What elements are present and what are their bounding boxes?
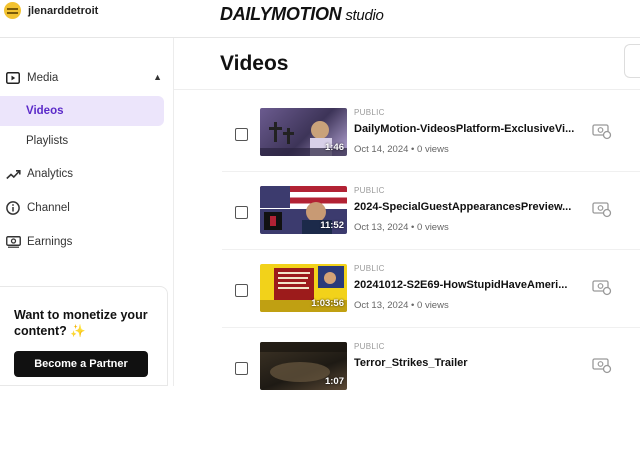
visibility-label: PUBLIC [354,186,385,195]
sidebar-item-label: Media [27,72,59,84]
video-row[interactable]: 1:07 PUBLIC Terror_Strikes_Trailer [222,328,640,406]
sidebar-item-media[interactable]: Media ▲ [0,68,174,88]
meta-separator: • [411,300,415,311]
row-checkbox[interactable] [235,128,248,141]
brand-suffix: studio [345,7,384,24]
monetization-icon[interactable] [592,280,612,296]
video-meta: Oct 13, 2024 • 0 views [354,222,449,233]
video-meta: Oct 14, 2024 • 0 views [354,144,449,155]
brand-name: DAILYMOTION [220,4,342,24]
video-thumbnail[interactable]: 1:07 [260,342,347,390]
video-views: 0 views [417,144,449,155]
app-window: jlenarddetroit DAILYMOTION studio Media ▲… [0,0,640,456]
visibility-label: PUBLIC [354,108,385,117]
page-title: Videos [220,52,289,75]
brand-logo[interactable]: DAILYMOTION studio [220,4,384,25]
sidebar-item-analytics[interactable]: Analytics [0,164,174,184]
row-checkbox[interactable] [235,284,248,297]
visibility-label: PUBLIC [354,342,385,351]
video-views: 0 views [417,222,449,233]
sidebar-item-label: Earnings [27,236,73,248]
become-partner-button[interactable]: Become a Partner [14,351,148,377]
video-title[interactable]: 20241012-S2E69-HowStupidHaveAmeri... [354,279,576,291]
video-thumbnail[interactable]: 11:52 [260,186,347,234]
sidebar-item-videos[interactable]: Videos [0,96,164,126]
video-duration: 1:03:56 [311,298,344,309]
video-title[interactable]: DailyMotion-VideosPlatform-ExclusiveVi..… [354,123,576,135]
top-bar: jlenarddetroit DAILYMOTION studio [0,0,640,38]
video-date: Oct 13, 2024 [354,222,409,233]
row-checkbox[interactable] [235,362,248,375]
sidebar-item-label: Channel [27,202,70,214]
right-panel-handle[interactable] [624,44,640,78]
sidebar-item-playlists[interactable]: Playlists [0,126,164,156]
monetization-icon[interactable] [592,202,612,218]
user-menu[interactable]: jlenarddetroit [4,2,98,19]
video-views: 0 views [417,300,449,311]
video-row[interactable]: 1:03:56 PUBLIC 20241012-S2E69-HowStupidH… [222,250,640,328]
username: jlenarddetroit [28,4,99,17]
video-duration: 11:52 [320,220,344,231]
money-icon [5,234,21,250]
media-icon [5,70,21,86]
row-checkbox[interactable] [235,206,248,219]
monetize-card: Want to monetize your content? ✨ Become … [0,286,168,386]
video-title[interactable]: Terror_Strikes_Trailer [354,357,576,369]
sidebar-item-channel[interactable]: Channel [0,198,174,218]
video-row[interactable]: 11:52 PUBLIC 2024-SpecialGuestAppearance… [222,172,640,250]
video-row[interactable]: 1:46 PUBLIC DailyMotion-VideosPlatform-E… [222,94,640,172]
info-icon [5,200,21,216]
monetize-text: Want to monetize your content? ✨ [14,307,164,339]
avatar [4,2,21,19]
video-thumbnail[interactable]: 1:46 [260,108,347,156]
video-title[interactable]: 2024-SpecialGuestAppearancesPreview... [354,201,576,213]
video-duration: 1:46 [324,142,344,153]
video-list: 1:46 PUBLIC DailyMotion-VideosPlatform-E… [222,94,640,390]
main-content: Videos 1:46 PUBLIC DailyMotion-VideosPla… [174,38,640,390]
sparkle-icon: ✨ [70,324,86,338]
monetization-icon[interactable] [592,124,612,140]
meta-separator: • [411,144,415,155]
trend-icon [5,166,21,182]
meta-separator: • [411,222,415,233]
visibility-label: PUBLIC [354,264,385,273]
video-duration: 1:07 [324,376,344,387]
video-date: Oct 14, 2024 [354,144,409,155]
sidebar-item-earnings[interactable]: Earnings [0,232,174,252]
video-date: Oct 13, 2024 [354,300,409,311]
video-meta: Oct 13, 2024 • 0 views [354,300,449,311]
chevron-up-icon[interactable]: ▲ [153,72,162,82]
monetization-icon[interactable] [592,358,612,374]
sidebar: Media ▲ Videos Playlists Analytics Chann… [0,38,174,386]
sidebar-item-label: Analytics [27,168,74,180]
video-thumbnail[interactable]: 1:03:56 [260,264,347,312]
divider [174,89,640,90]
